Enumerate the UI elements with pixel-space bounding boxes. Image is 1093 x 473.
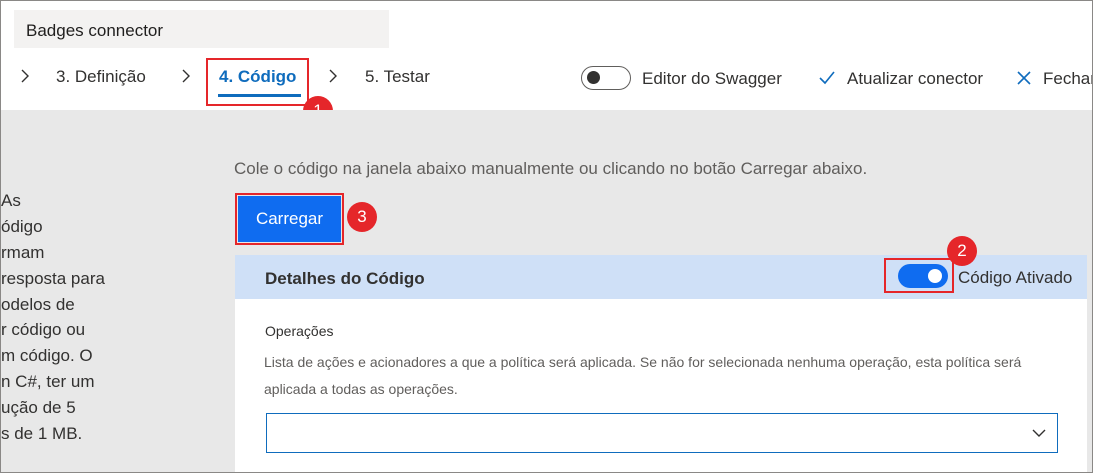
left-panel-line: s de 1 MB. — [1, 424, 83, 444]
code-details-title: Detalhes do Código — [265, 269, 425, 288]
callout-box-1 — [206, 58, 309, 106]
app-window: Badges connector 3. Definição 4. Código … — [0, 0, 1093, 473]
callout-badge-2: 2 — [947, 236, 977, 266]
close-button[interactable]: Fechar — [1043, 69, 1092, 89]
connector-title: Badges connector — [26, 21, 164, 40]
toggle-knob — [587, 71, 600, 84]
swagger-editor-label[interactable]: Editor do Swagger — [642, 69, 782, 89]
left-panel-line: ução de 5 — [1, 398, 76, 418]
checkmark-icon[interactable] — [818, 69, 836, 87]
callout-badge-3: 3 — [347, 202, 377, 232]
operations-description: Lista de ações e acionadores a que a pol… — [264, 354, 1022, 397]
swagger-editor-toggle[interactable] — [581, 66, 631, 90]
left-panel-description: As ódigo rmam resposta para odelos de r … — [1, 188, 131, 447]
update-connector-button[interactable]: Atualizar conector — [847, 69, 983, 89]
left-panel-line: resposta para — [1, 268, 105, 288]
chevron-right-icon — [327, 68, 339, 84]
upload-instructions: Cole o código na janela abaixo manualmen… — [234, 159, 868, 178]
connector-title-tab[interactable]: Badges connector — [14, 10, 389, 48]
code-enabled-label: Código Ativado — [958, 268, 1073, 287]
left-panel-line: m código. O — [1, 346, 93, 366]
chevron-right-icon — [19, 68, 31, 84]
left-panel-line: As — [1, 191, 21, 210]
callout-box-2 — [884, 258, 954, 293]
left-panel-line: rmam — [1, 242, 45, 262]
left-panel-line: ódigo — [1, 216, 43, 236]
left-panel-line: r código ou — [1, 320, 86, 340]
callout-box-3 — [235, 193, 344, 245]
left-panel-line: odelos de — [1, 294, 75, 314]
step-5-test[interactable]: 5. Testar — [365, 67, 430, 87]
close-icon[interactable] — [1015, 69, 1033, 87]
chevron-right-icon — [180, 68, 192, 84]
step-3-definition[interactable]: 3. Definição — [56, 67, 146, 87]
operations-dropdown[interactable] — [266, 413, 1058, 453]
chevron-down-icon[interactable] — [1031, 425, 1047, 441]
left-panel-line: n C#, ter um — [1, 372, 95, 392]
operations-label: Operações — [265, 323, 334, 339]
